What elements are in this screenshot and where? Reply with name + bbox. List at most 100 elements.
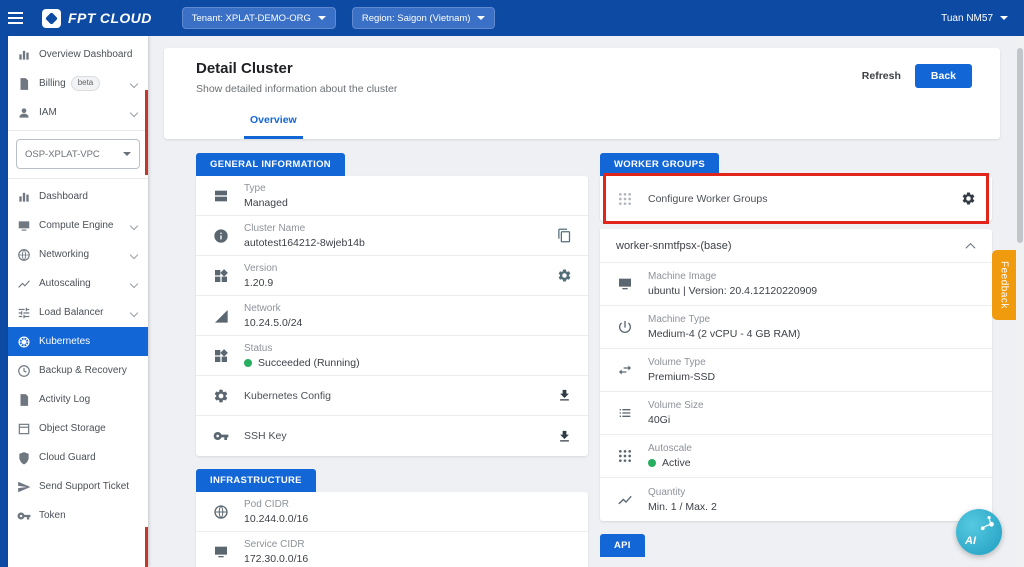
row-label: Status — [244, 343, 572, 354]
sidebar-item-label: IAM — [39, 107, 123, 118]
info-row-cluster-name: Cluster Name autotest164212-8wjeb14b — [196, 216, 588, 256]
user-menu[interactable]: Tuan NM57 — [941, 13, 1012, 24]
back-button[interactable]: Back — [915, 64, 972, 88]
billing-doc-icon — [17, 77, 31, 91]
sidebar-item-label: Overview Dashboard — [39, 49, 139, 60]
row-value: Min. 1 / Max. 2 — [648, 501, 717, 513]
shield-icon — [17, 451, 31, 465]
sidebar-item-label: Networking — [39, 249, 123, 260]
row-label: Type — [244, 183, 572, 194]
sidebar-item-send-support-ticket[interactable]: Send Support Ticket — [8, 472, 148, 501]
sidebar-item-backup-recovery[interactable]: Backup & Recovery — [8, 356, 148, 385]
sidebar-item-object-storage[interactable]: Object Storage — [8, 414, 148, 443]
download-icon[interactable] — [557, 388, 572, 403]
sidebar: Overview Dashboard Billingbeta IAM OSP-X… — [8, 36, 148, 567]
sidebar-item-overview-dashboard[interactable]: Overview Dashboard — [8, 40, 148, 69]
left-column: GENERAL INFORMATION Type Managed Cluster… — [196, 153, 588, 567]
swap-arrows-icon — [617, 362, 633, 378]
brand-text: FPT CLOUD — [68, 10, 152, 26]
section-header-infrastructure: INFRASTRUCTURE — [196, 469, 316, 492]
sidebar-item-label: Load Balancer — [39, 307, 123, 318]
molecule-icon — [978, 514, 997, 533]
refresh-button[interactable]: Refresh — [862, 70, 901, 82]
right-column: WORKER GROUPS Configure Worker Groups wo… — [600, 153, 992, 557]
monitor-icon — [17, 219, 31, 233]
row-value: Medium-4 (2 vCPU - 4 GB RAM) — [648, 328, 800, 340]
sidebar-scrollbar-marker[interactable] — [145, 527, 148, 567]
globe-icon — [213, 504, 229, 520]
configure-worker-groups-row[interactable]: Configure Worker Groups — [600, 176, 992, 221]
info-row-kubernetes-config: Kubernetes Config — [196, 376, 588, 416]
signal-icon — [213, 308, 229, 324]
sidebar-item-autoscaling[interactable]: Autoscaling — [8, 269, 148, 298]
info-row-service-cidr: Service CIDR 172.30.0.0/16 — [196, 532, 588, 567]
gear-icon[interactable] — [961, 191, 976, 206]
info-row-type: Type Managed — [196, 176, 588, 216]
trend-icon — [617, 492, 633, 508]
sidebar-item-dashboard[interactable]: Dashboard — [8, 182, 148, 211]
scrollbar-thumb[interactable] — [1017, 48, 1023, 243]
trend-icon — [17, 277, 31, 291]
tab-bar: Overview — [196, 105, 976, 139]
ai-label: AI — [965, 535, 976, 547]
sidebar-item-label: Dashboard — [39, 191, 139, 202]
worker-group-accordion-header[interactable]: worker-snmtfpsx-(base) — [600, 229, 992, 263]
log-doc-icon — [17, 393, 31, 407]
section-header-worker-groups: WORKER GROUPS — [600, 153, 719, 176]
row-value: 40Gi — [648, 414, 670, 426]
feedback-button[interactable]: Feedback — [992, 250, 1016, 320]
row-label: Autoscale — [648, 443, 976, 454]
autoscale-status-dot — [648, 459, 656, 467]
region-selector[interactable]: Region: Saigon (Vietnam) — [352, 7, 496, 29]
vpc-selector[interactable]: OSP-XPLAT-VPC — [16, 139, 140, 169]
sidebar-item-activity-log[interactable]: Activity Log — [8, 385, 148, 414]
tab-overview[interactable]: Overview — [244, 105, 303, 139]
power-icon — [617, 319, 633, 335]
info-row-ssh-key: SSH Key — [196, 416, 588, 456]
worker-group-card: worker-snmtfpsx-(base) Machine Image ubu… — [600, 229, 992, 521]
gear-icon[interactable] — [557, 268, 572, 283]
sidebar-item-networking[interactable]: Networking — [8, 240, 148, 269]
section-header-general-information: GENERAL INFORMATION — [196, 153, 345, 176]
info-row-status: Status Succeeded (Running) — [196, 336, 588, 376]
sidebar-scrollbar-marker[interactable] — [145, 90, 148, 175]
sidebar-item-compute-engine[interactable]: Compute Engine — [8, 211, 148, 240]
download-icon[interactable] — [557, 429, 572, 444]
sidebar-item-token[interactable]: Token — [8, 501, 148, 530]
tenant-selector[interactable]: Tenant: XPLAT-DEMO-ORG — [182, 7, 336, 29]
sidebar-item-label: Send Support Ticket — [39, 481, 139, 492]
row-label: Network — [244, 303, 572, 314]
sidebar-item-label: Kubernetes — [39, 336, 139, 347]
configure-worker-groups-wrap: Configure Worker Groups — [600, 176, 992, 221]
fpt-cloud-logo[interactable]: FPT CLOUD — [42, 9, 152, 28]
sidebar-item-iam[interactable]: IAM — [8, 98, 148, 127]
row-label: Pod CIDR — [244, 499, 572, 510]
sidebar-item-billing[interactable]: Billingbeta — [8, 69, 148, 98]
row-label: SSH Key — [244, 430, 557, 442]
configure-worker-groups-label: Configure Worker Groups — [648, 193, 961, 205]
sidebar-item-label: Token — [39, 510, 139, 521]
info-row-version: Version 1.20.9 — [196, 256, 588, 296]
bar-chart-icon — [17, 190, 31, 204]
info-row-autoscale: Autoscale Active — [600, 435, 992, 478]
ai-assistant-button[interactable]: AI — [956, 509, 1002, 555]
copy-icon[interactable] — [557, 228, 572, 243]
sidebar-item-cloud-guard[interactable]: Cloud Guard — [8, 443, 148, 472]
row-label: Machine Type — [648, 314, 976, 325]
vpc-selected-value: OSP-XPLAT-VPC — [25, 149, 100, 160]
info-row-pod-cidr: Pod CIDR 10.244.0.0/16 — [196, 492, 588, 532]
sidebar-item-load-balancer[interactable]: Load Balancer — [8, 298, 148, 327]
chevron-down-icon — [130, 250, 138, 258]
row-value: Premium-SSD — [648, 371, 715, 383]
sidebar-item-kubernetes[interactable]: Kubernetes — [8, 327, 148, 356]
row-value: 1.20.9 — [244, 277, 273, 289]
row-label: Volume Size — [648, 400, 976, 411]
hamburger-menu-icon[interactable] — [8, 6, 32, 30]
chevron-down-icon — [130, 308, 138, 316]
row-value: Succeeded (Running) — [258, 357, 360, 369]
general-information-card: Type Managed Cluster Name autotest164212… — [196, 176, 588, 456]
page-scrollbar[interactable] — [1016, 36, 1024, 567]
left-rail — [0, 36, 8, 567]
send-icon — [17, 480, 31, 494]
info-row-volume-type: Volume Type Premium-SSD — [600, 349, 992, 392]
